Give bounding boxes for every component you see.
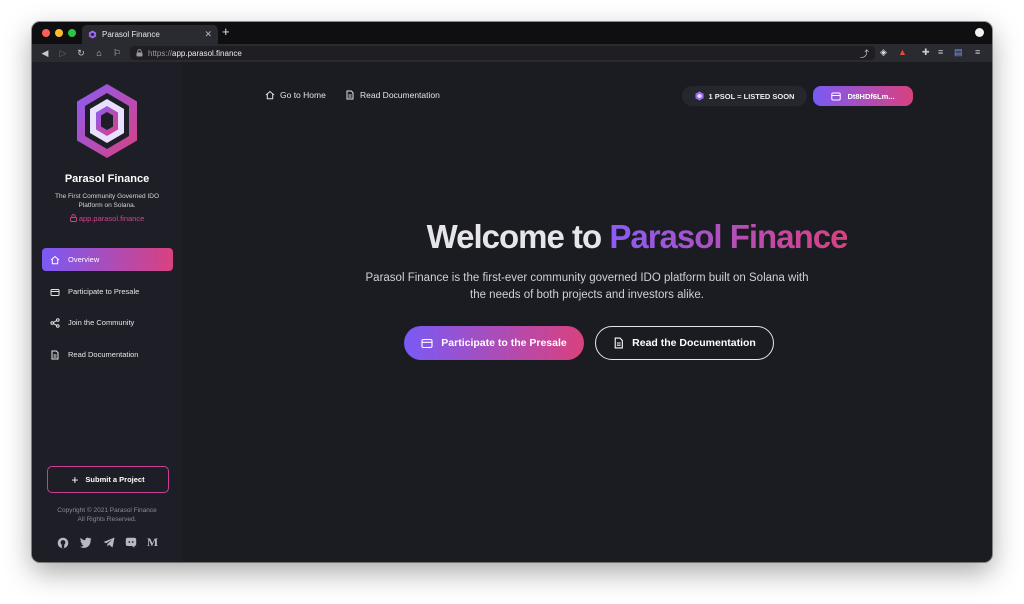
site-link[interactable]: app.parasol.finance (32, 214, 182, 223)
sidebar-item-label: Read Documentation (68, 350, 139, 359)
profile-icon[interactable] (975, 28, 984, 37)
document-icon (50, 350, 60, 360)
wallet-icon (831, 92, 842, 100)
tab-title: Parasol Finance (102, 30, 160, 39)
tab-close-icon[interactable]: ✕ (204, 29, 212, 40)
copyright-line: Copyright © 2021 Parasol Finance (57, 507, 157, 514)
sidebar-item-community[interactable]: Join the Community (42, 311, 173, 334)
page-content: Parasol Finance The First Community Gove… (32, 62, 992, 562)
browser-window: Parasol Finance ✕ + ◀ ▷ ↻ ⌂ ⚐ https://ap… (32, 22, 992, 562)
sidebar: Parasol Finance The First Community Gove… (32, 62, 182, 562)
forward-icon[interactable]: ▷ (54, 48, 72, 59)
hero-title-accent: Parasol Finance (609, 218, 848, 255)
hero-title: Welcome to Parasol Finance (332, 218, 942, 256)
discord-icon[interactable] (124, 536, 137, 549)
sidebar-item-presale[interactable]: Participate to Presale (42, 280, 173, 303)
share-icon (50, 317, 60, 328)
menu-icon[interactable]: ≡ (975, 47, 980, 57)
hero-title-plain: Welcome to (426, 218, 610, 255)
extensions-icon[interactable]: ✚ (922, 47, 930, 58)
wallet-icon (421, 338, 433, 348)
brand-tagline: The First Community Governed IDO Platfor… (54, 193, 160, 209)
wallet-address-button[interactable]: Dt8HDf6Lm... (813, 86, 913, 106)
read-documentation-button[interactable]: Read the Documentation (595, 326, 774, 360)
sidebar-item-documentation[interactable]: Read Documentation (42, 343, 173, 366)
submit-project-button[interactable]: + Submit a Project (47, 466, 169, 493)
url-host: app.parasol.finance (172, 48, 242, 58)
wallet-extension-icon[interactable]: ▤ (954, 47, 963, 58)
github-icon[interactable] (56, 536, 69, 549)
hero-description: Parasol Finance is the first-ever commun… (365, 272, 809, 301)
playlist-icon[interactable]: ≡ (938, 47, 943, 57)
sidebar-item-label: Join the Community (68, 318, 135, 327)
wallet-address: Dt8HDf6Lm... (847, 91, 895, 101)
psol-price-badge: 1 PSOL = LISTED SOON (682, 86, 807, 106)
participate-presale-button[interactable]: Participate to the Presale (404, 326, 584, 360)
favicon-icon (88, 30, 97, 39)
lock-icon (136, 49, 143, 57)
psol-token-icon (694, 91, 704, 101)
read-documentation-button-label: Read the Documentation (632, 337, 756, 349)
home-browser-icon[interactable]: ⌂ (90, 48, 108, 58)
sidebar-item-label: Overview (68, 255, 100, 264)
bookmark-icon[interactable]: ⚐ (108, 48, 126, 59)
brand-name: Parasol Finance (64, 173, 150, 185)
reload-icon[interactable]: ↻ (72, 48, 90, 59)
close-window-button[interactable] (42, 29, 50, 37)
sidebar-item-overview[interactable]: Overview (42, 248, 173, 271)
tab-bar: Parasol Finance ✕ + (32, 22, 992, 44)
browser-toolbar: ◀ ▷ ↻ ⌂ ⚐ https://app.parasol.finance ⤴ … (32, 44, 992, 62)
document-icon (614, 337, 624, 349)
participate-presale-label: Participate to the Presale (441, 337, 567, 349)
document-icon (346, 90, 354, 100)
read-documentation-label: Read Documentation (360, 90, 440, 100)
copyright: Copyright © 2021 Parasol Finance All Rig… (32, 506, 182, 524)
home-icon (265, 90, 275, 100)
submit-project-label: Submit a Project (85, 475, 145, 484)
medium-icon[interactable]: M (146, 535, 159, 549)
share-page-icon[interactable]: ⤴ (860, 47, 869, 60)
go-home-link[interactable]: Go to Home (265, 90, 326, 100)
read-documentation-link[interactable]: Read Documentation (345, 90, 440, 100)
twitter-icon[interactable] (79, 536, 92, 549)
telegram-icon[interactable] (102, 536, 115, 549)
home-icon (50, 255, 60, 265)
brave-rewards-icon[interactable]: ▲ (898, 47, 907, 57)
copyright-line: All Rights Reserved. (77, 516, 137, 523)
zoom-window-button[interactable] (68, 29, 76, 37)
lock-icon (69, 214, 77, 222)
psol-price-text: 1 PSOL = LISTED SOON (708, 91, 795, 101)
brave-shield-icon[interactable]: ◈ (880, 47, 887, 58)
new-tab-button[interactable]: + (222, 24, 230, 39)
sidebar-item-label: Participate to Presale (68, 287, 140, 296)
browser-tab[interactable]: Parasol Finance ✕ (82, 25, 218, 44)
address-bar[interactable]: https://app.parasol.finance ⤴ (130, 46, 875, 60)
minimize-window-button[interactable] (55, 29, 63, 37)
parasol-logo-icon (77, 84, 137, 158)
plus-icon: + (71, 472, 79, 487)
url-scheme: https:// (148, 48, 173, 58)
back-icon[interactable]: ◀ (36, 48, 54, 59)
site-link-text: app.parasol.finance (78, 214, 145, 223)
wallet-icon (50, 287, 60, 297)
go-home-label: Go to Home (280, 90, 326, 100)
